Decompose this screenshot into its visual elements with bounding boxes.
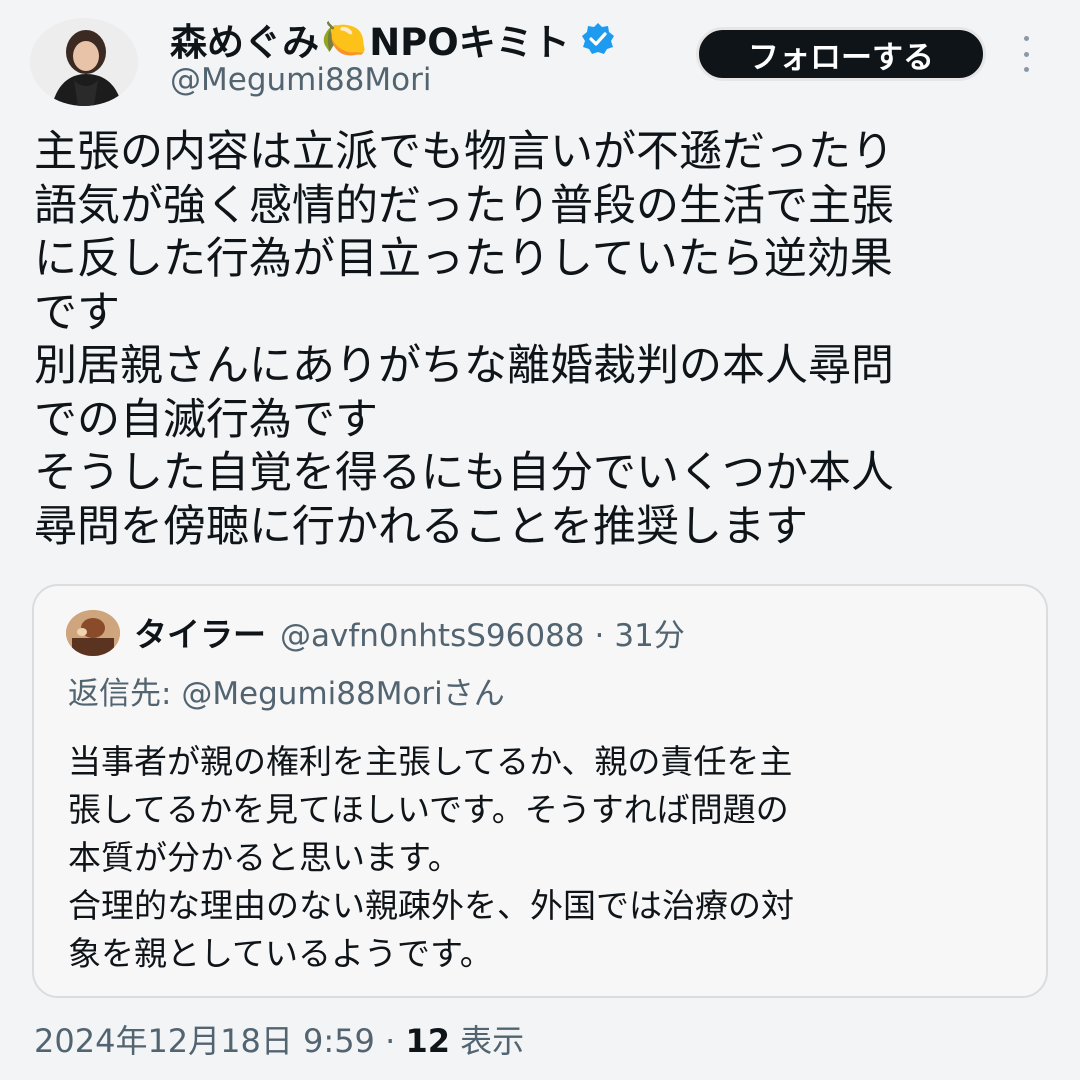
quoted-timestamp[interactable]: 31分 — [614, 610, 684, 655]
tweet-timestamp[interactable]: 2024年12月18日 9:59 — [34, 1022, 375, 1060]
footer-separator: · — [385, 1022, 396, 1060]
author-name[interactable]: 森めぐみ — [170, 12, 319, 66]
quoted-time-separator: · — [594, 618, 605, 654]
more-dot — [1023, 51, 1029, 57]
tweet-text-line: に反した行為が目立ったりしていたら逆効果 — [34, 234, 893, 284]
quoted-header: タイラー @avfn0nhtsS96088 · 31分 — [134, 608, 685, 656]
quoted-author-avatar[interactable] — [66, 610, 120, 656]
quoted-text-line: 合理的な理由のない親疎外を、外国では治療の対 — [68, 886, 794, 925]
quoted-author-name[interactable]: タイラー — [134, 608, 266, 656]
quoted-tweet-card[interactable]: タイラー @avfn0nhtsS96088 · 31分 返信先: @Megumi… — [32, 584, 1048, 998]
author-name-suffix[interactable]: NPOキミト — [369, 12, 570, 66]
quoted-text-line: 本質が分かると思います。 — [68, 838, 461, 877]
follow-button[interactable]: フォローする — [696, 27, 986, 81]
tweet-text-line: 別居親さんにありがちな離婚裁判の本人尋問 — [34, 341, 894, 391]
tweet-text-line: 尋問を傍聴に行かれることを推奨します — [34, 501, 808, 552]
author-name-row[interactable]: 森めぐみ 🍋 NPOキミト — [170, 14, 616, 64]
tweet-text-line: そうした自覚を得るにも自分でいくつか本人 — [34, 448, 894, 498]
verified-badge-icon — [580, 21, 616, 57]
tweet-text-line: です — [34, 287, 120, 338]
more-dot — [1023, 36, 1029, 41]
tweet-text-line: 語気が強く感情的だったり普段の生活で主張 — [34, 180, 894, 231]
reply-prefix: 返信先: — [68, 676, 182, 712]
quoted-author-handle[interactable]: @avfn0nhtsS96088 — [280, 618, 585, 654]
quoted-reply-to: 返信先: @Megumi88Moriさん — [68, 668, 505, 713]
lemon-emoji: 🍋 — [321, 17, 368, 60]
author-avatar[interactable] — [30, 18, 138, 106]
quoted-text: 当事者が親の権利を主張してるか、親の責任を主 張してるかを見てほしいです。そうす… — [68, 738, 1018, 978]
quoted-text-line: 張してるかを見てほしいです。そうすれば問題の — [68, 790, 789, 829]
tweet-text: 主張の内容は立派でも物言いが不遜だったり 語気が強く感情的だったり普段の生活で主… — [34, 126, 1044, 554]
more-dot — [1023, 67, 1029, 72]
tweet-text-line: 主張の内容は立派でも物言いが不遜だったり — [34, 127, 894, 177]
tweet-meta-footer: 2024年12月18日 9:59 · 12 表示 — [34, 1016, 524, 1062]
tweet-detail: 森めぐみ 🍋 NPOキミト @Megumi88Mori フォローする 主張の内容… — [0, 0, 1080, 1080]
author-handle[interactable]: @Megumi88Mori — [170, 62, 431, 98]
views-label: 表示 — [460, 1022, 525, 1060]
quoted-text-line: 当事者が親の権利を主張してるか、親の責任を主 — [68, 742, 793, 781]
more-vertical-icon[interactable] — [1018, 36, 1034, 72]
views-count: 12 — [405, 1022, 450, 1060]
reply-to-handle[interactable]: @Megumi88Moriさん — [181, 676, 504, 712]
tweet-text-line: での自滅行為です — [34, 394, 378, 445]
quoted-text-line: 象を親としているようです。 — [68, 934, 493, 973]
